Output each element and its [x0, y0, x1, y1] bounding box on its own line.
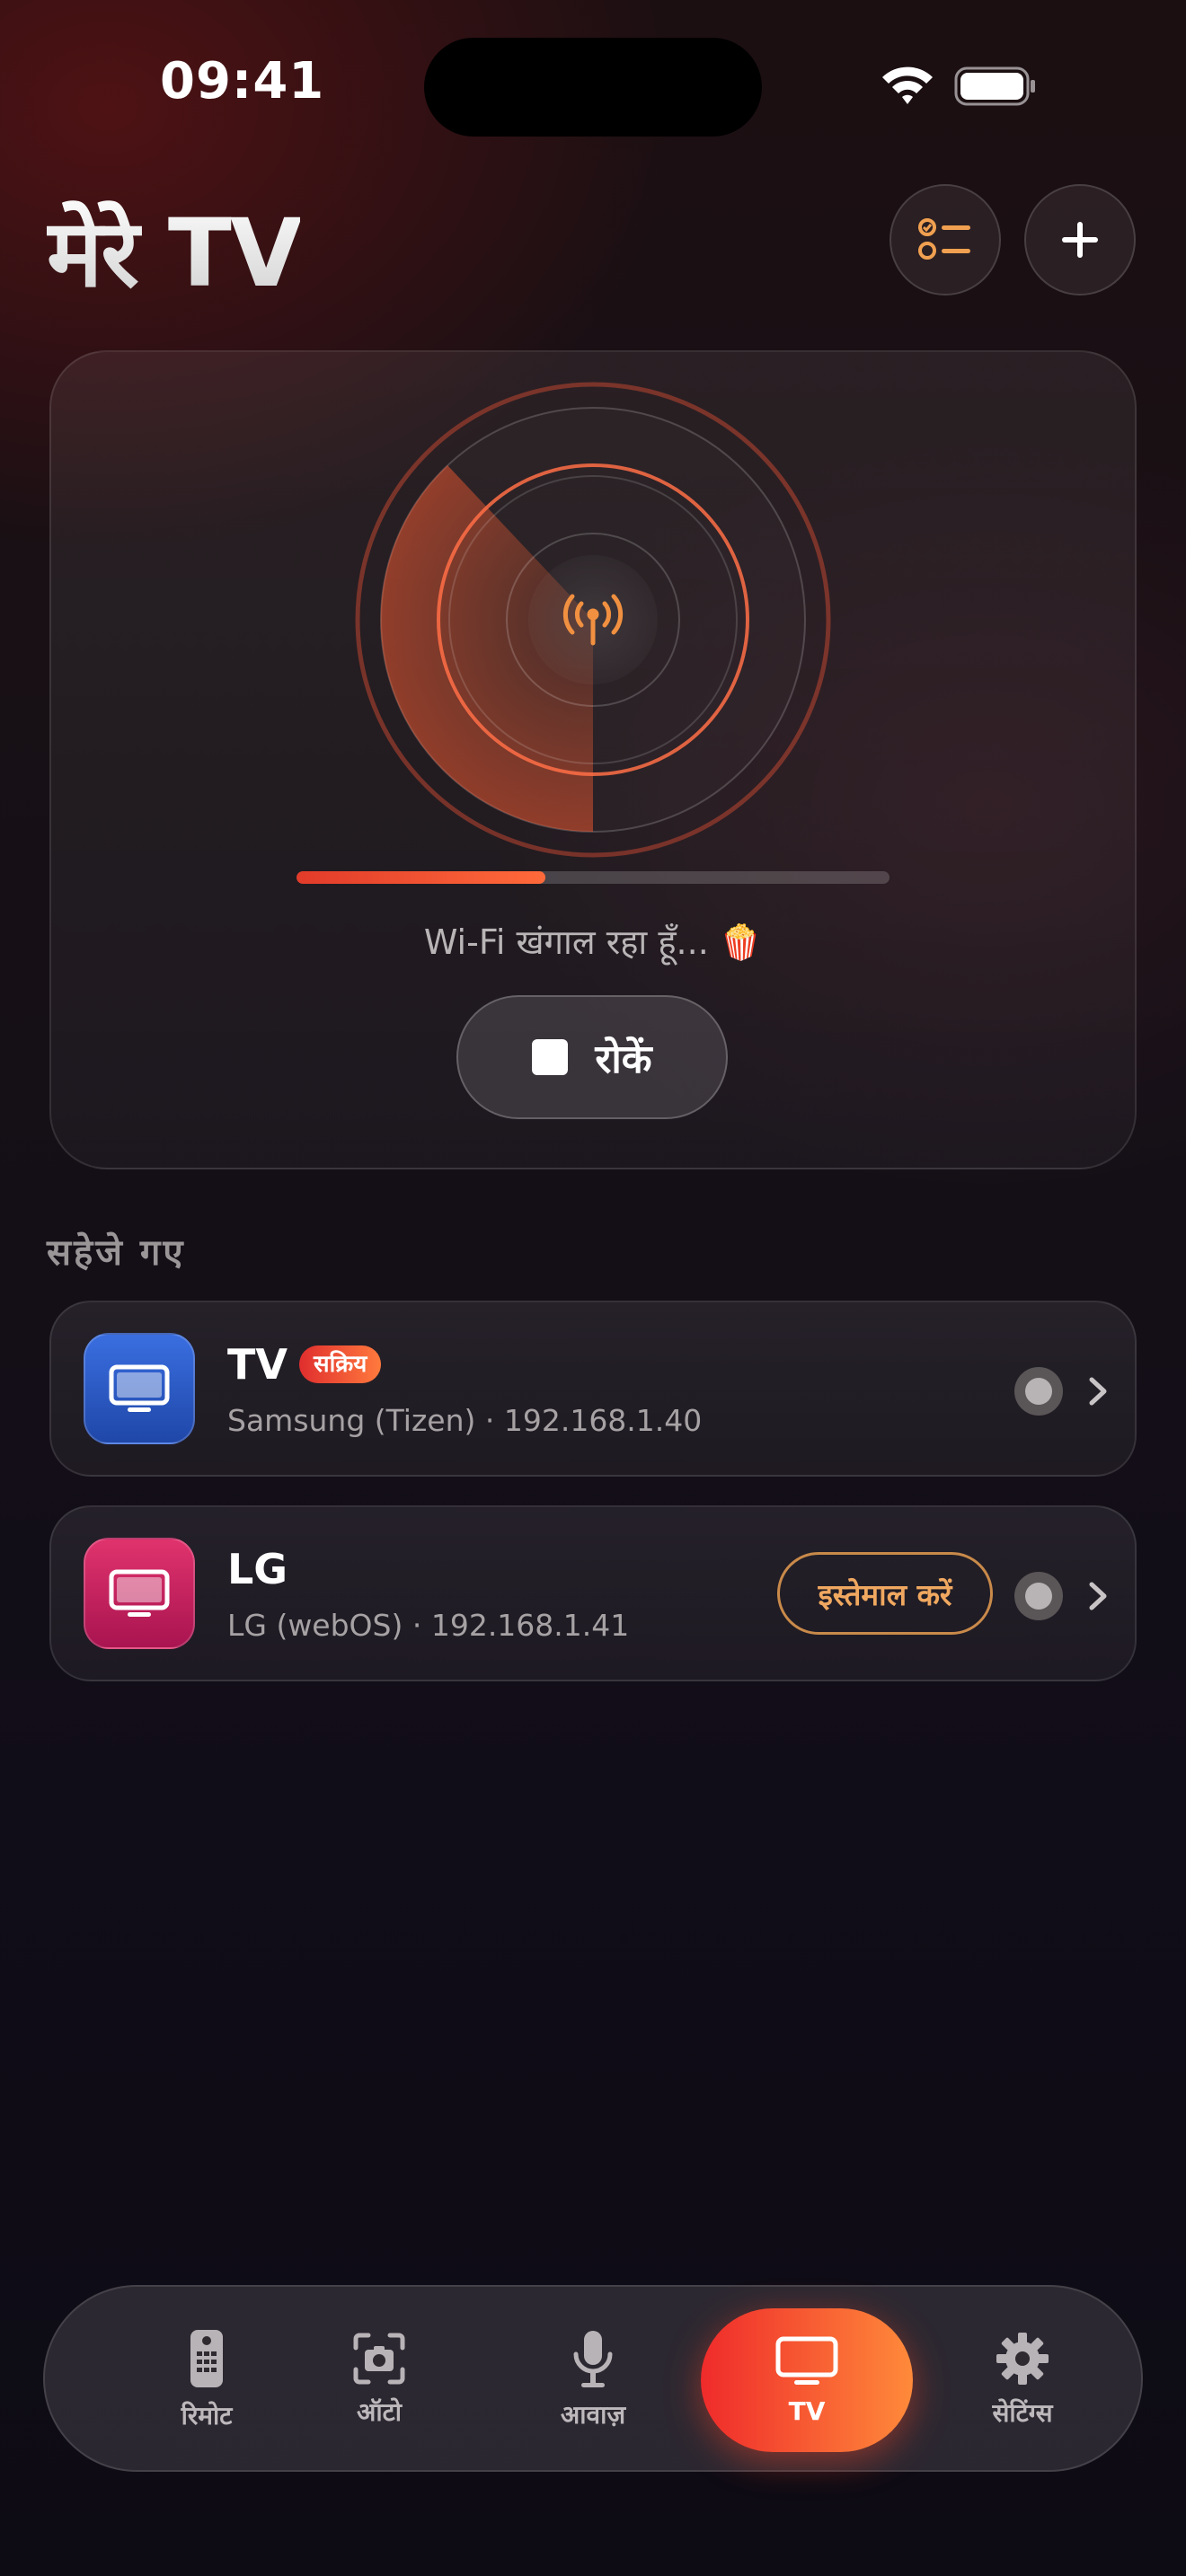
mic-icon: [573, 2331, 613, 2387]
device-tv-icon: [84, 1333, 195, 1444]
tab-label: सेटिंग्स: [992, 2398, 1053, 2428]
tv-icon: [109, 1364, 170, 1412]
device-subtitle: Samsung (Tizen) · 192.168.1.40: [227, 1403, 703, 1438]
device-subtitle: LG (webOS) · 192.168.1.41: [227, 1608, 630, 1643]
tab-bar: रिमोट ऑटो आवाज़ TV सेटिंग्स: [43, 2285, 1143, 2472]
status-time: 09:41: [160, 52, 325, 110]
tab-label: आवाज़: [560, 2400, 626, 2430]
device-radio[interactable]: [1014, 1572, 1063, 1620]
scan-progress-bar: [296, 871, 890, 884]
stop-button[interactable]: रोकें: [456, 995, 728, 1119]
tab-label: रिमोट: [181, 2401, 233, 2430]
device-radio[interactable]: [1014, 1367, 1063, 1416]
radar-scanner: [355, 382, 831, 858]
checklist-icon: [918, 218, 970, 260]
chevron-right-icon: [1089, 1377, 1107, 1406]
scan-status-text: Wi-Fi खंगाल रहा हूँ... 🍿: [423, 922, 763, 962]
device-lg-icon: [84, 1538, 195, 1649]
tv-icon: [109, 1569, 170, 1617]
checklist-button[interactable]: [890, 184, 1001, 296]
device-card-tv[interactable]: TV सक्रिय Samsung (Tizen) · 192.168.1.40: [49, 1301, 1137, 1477]
page-title: मेरे TV: [47, 187, 302, 313]
tab-auto[interactable]: ऑटो: [271, 2287, 487, 2474]
camera-icon: [353, 2333, 405, 2385]
device-name: TV: [227, 1340, 288, 1389]
battery-icon: [954, 66, 1035, 106]
tab-settings[interactable]: सेटिंग्स: [915, 2287, 1130, 2474]
active-badge: सक्रिय: [299, 1345, 382, 1383]
tv-icon: [775, 2336, 838, 2385]
wifi-icon: [882, 66, 933, 104]
tab-voice[interactable]: आवाज़: [485, 2287, 701, 2474]
chevron-right-icon: [1089, 1582, 1107, 1610]
use-device-button[interactable]: इस्तेमाल करें: [777, 1552, 993, 1635]
add-button[interactable]: [1024, 184, 1136, 296]
tab-label: TV: [788, 2395, 826, 2426]
plus-icon: [1062, 222, 1098, 258]
device-card-lg[interactable]: LG LG (webOS) · 192.168.1.41 इस्तेमाल कर…: [49, 1505, 1137, 1681]
scan-progress-fill: [296, 871, 546, 884]
gear-icon: [996, 2333, 1049, 2385]
tab-tv[interactable]: TV: [701, 2287, 913, 2474]
stop-icon: [532, 1039, 569, 1075]
device-name: LG: [227, 1545, 288, 1593]
dynamic-island: [424, 38, 762, 137]
stop-button-label: रोकें: [595, 1037, 652, 1082]
saved-section-title: सहेजे गए: [47, 1232, 186, 1274]
tab-label: ऑटो: [356, 2397, 402, 2427]
remote-icon: [190, 2330, 223, 2387]
